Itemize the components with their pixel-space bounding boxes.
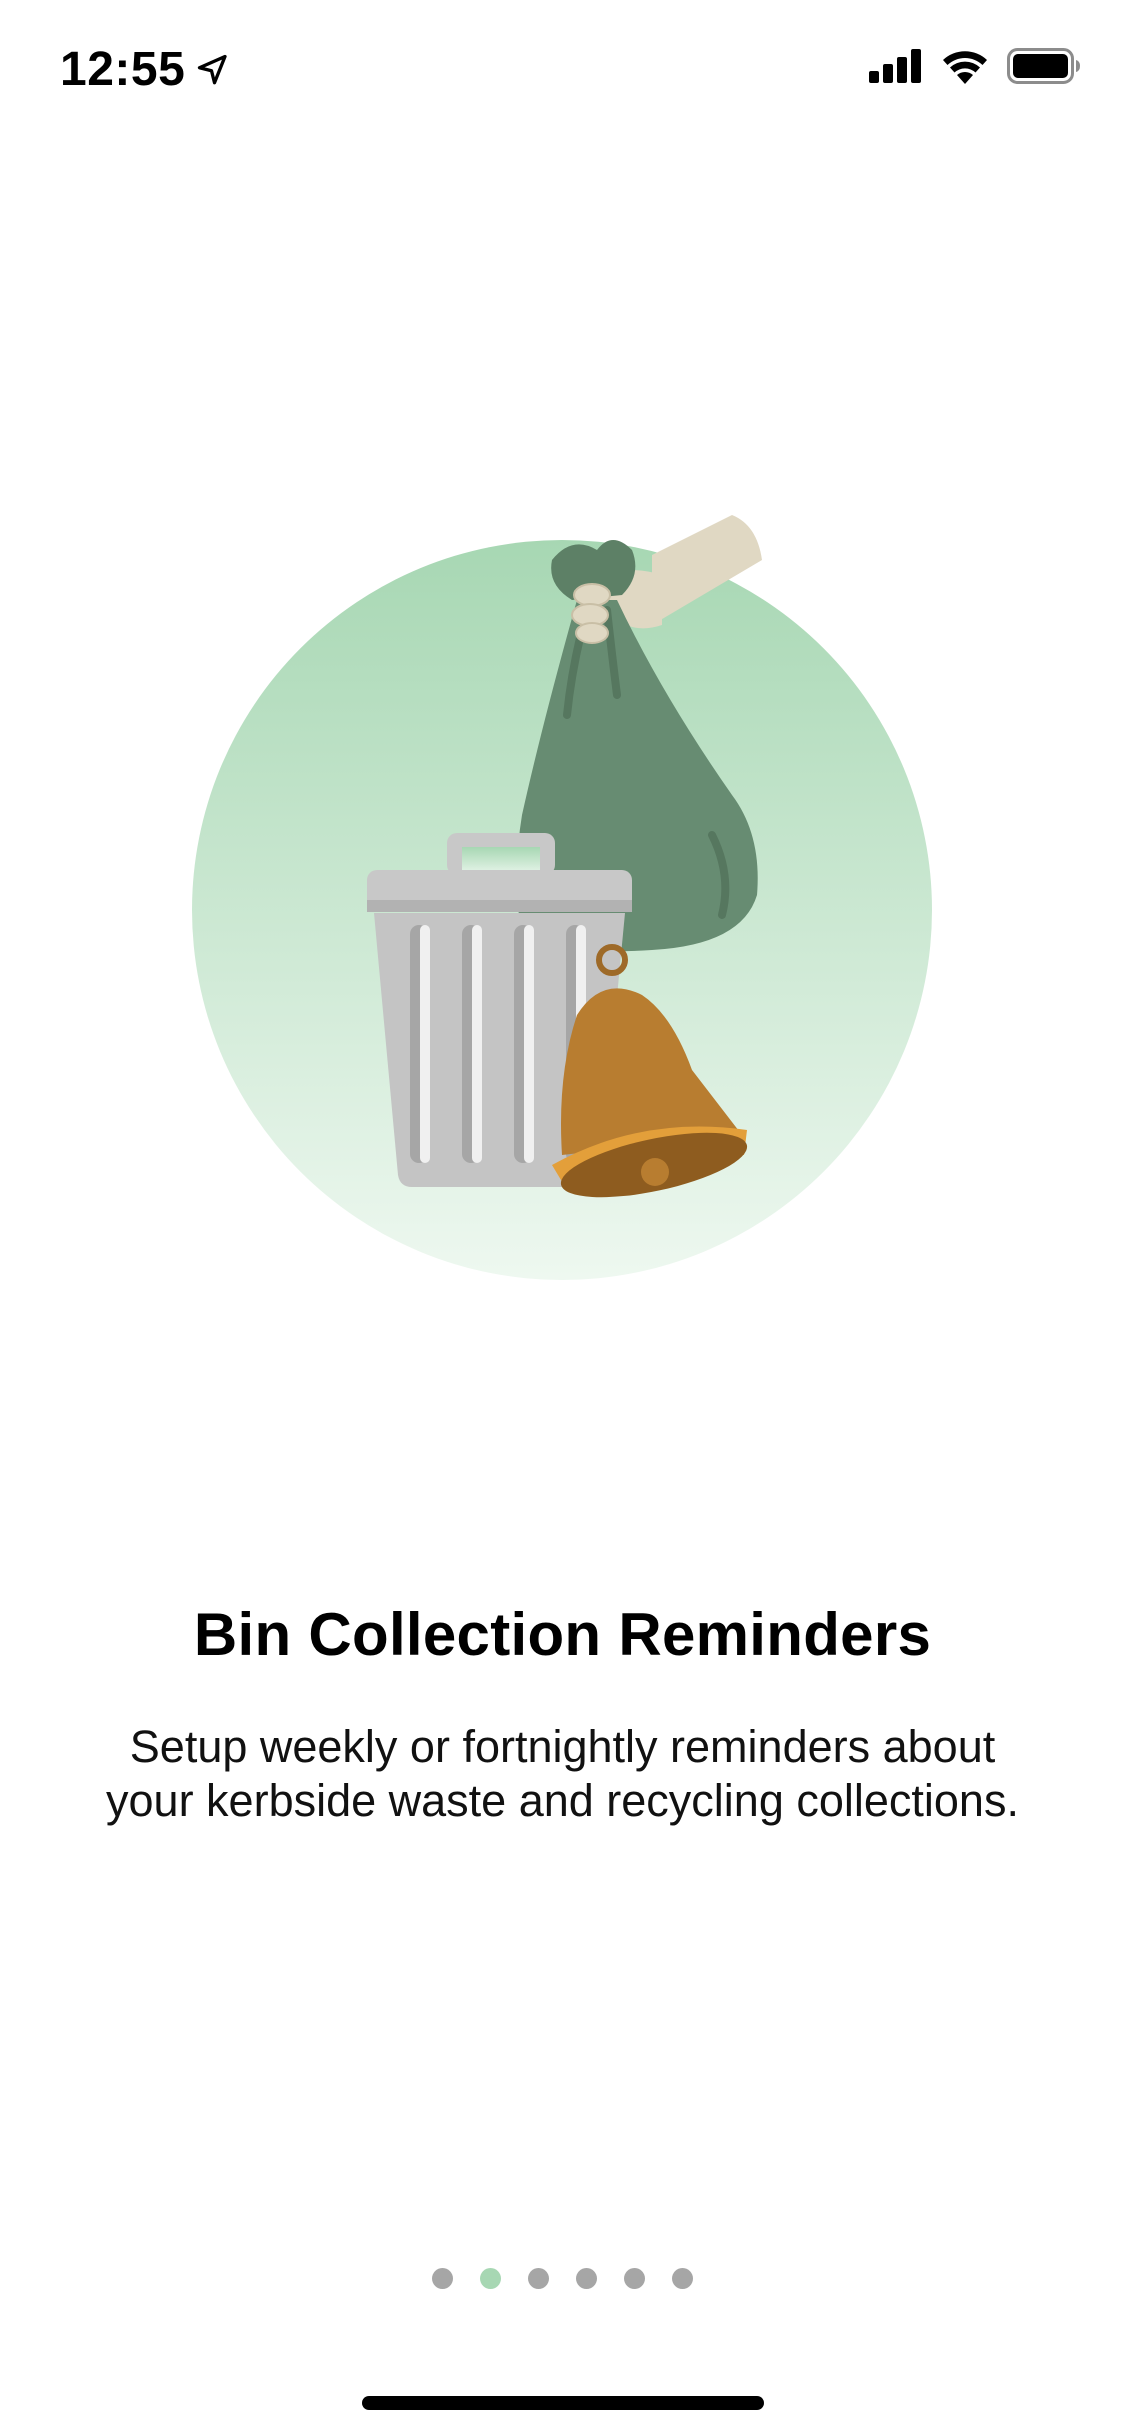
home-indicator[interactable] bbox=[362, 2396, 764, 2410]
status-icons bbox=[869, 48, 1081, 84]
status-time: 12:55 bbox=[60, 42, 231, 97]
page-dot[interactable] bbox=[672, 2268, 693, 2289]
location-arrow-icon bbox=[198, 54, 227, 84]
battery-icon bbox=[1007, 48, 1080, 84]
status-bar: 12:55 bbox=[0, 0, 1125, 132]
time-label: 12:55 bbox=[60, 43, 186, 96]
page-indicator[interactable] bbox=[0, 2268, 1125, 2289]
onboarding-description: Setup weekly or fortnightly reminders ab… bbox=[106, 1721, 1019, 1826]
onboarding-title: Bin Collection Reminders bbox=[193, 1601, 932, 1668]
page-dot[interactable] bbox=[576, 2268, 597, 2289]
page-dot[interactable] bbox=[528, 2268, 549, 2289]
page-dot[interactable] bbox=[624, 2268, 645, 2289]
wifi-icon bbox=[943, 51, 987, 84]
cellular-signal-icon bbox=[869, 49, 921, 83]
page-dot[interactable] bbox=[432, 2268, 453, 2289]
bin-bag-bell-illustration bbox=[192, 515, 932, 1280]
page-dot-active[interactable] bbox=[480, 2268, 501, 2289]
